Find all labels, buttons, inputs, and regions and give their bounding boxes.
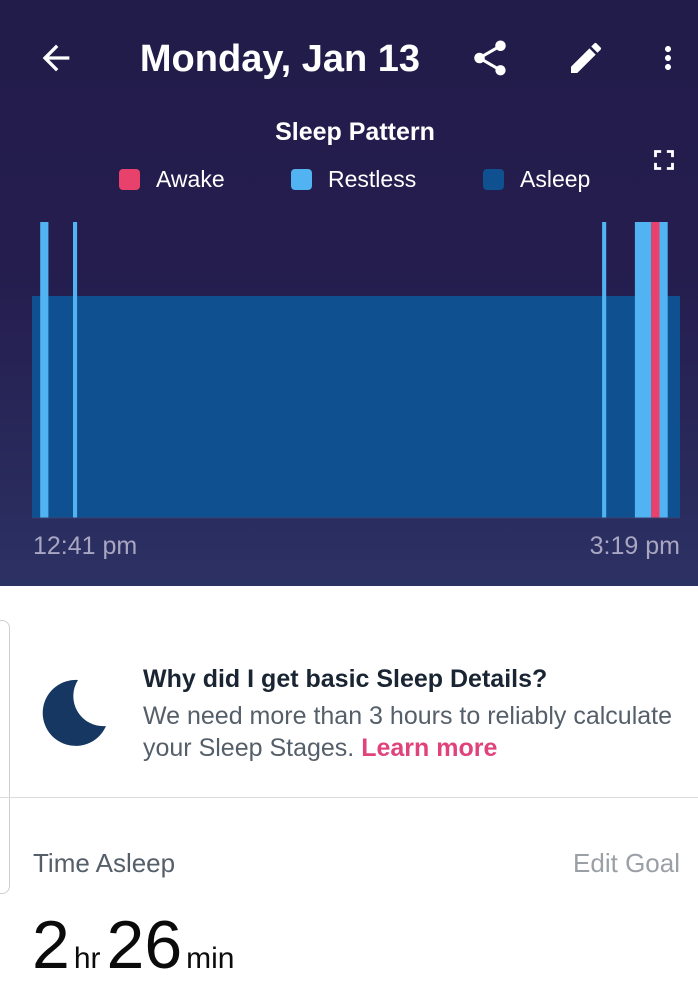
legend-label: Restless — [328, 165, 417, 192]
time-asleep-label: Time Asleep — [33, 848, 176, 878]
arrow-back-icon — [42, 44, 70, 72]
chart-start-time: 12:41 pm — [33, 532, 138, 560]
edit-button[interactable] — [558, 30, 614, 86]
legend-swatch-asleep — [483, 168, 504, 190]
moon-icon — [42, 679, 106, 746]
legend-item-restless: Restless — [291, 164, 416, 194]
sleep-segment-restless — [634, 222, 652, 518]
share-button[interactable] — [462, 30, 518, 86]
sleep-hero-panel: Monday, Jan 13 Sleep Pattern Awake Restl… — [0, 0, 698, 586]
fullscreen-button[interactable] — [644, 140, 684, 180]
adjacent-card-edge — [0, 620, 10, 894]
pencil-icon — [571, 42, 602, 73]
fullscreen-icon — [654, 150, 674, 170]
back-button[interactable] — [28, 30, 84, 86]
sleep-pattern-chart — [32, 222, 680, 519]
chart-title: Sleep Pattern — [275, 118, 435, 146]
legend-swatch-awake — [119, 168, 140, 190]
sleep-segment-asleep — [32, 296, 680, 518]
sleep-segment-restless — [40, 222, 49, 518]
info-body: We need more than 3 hours to reliably ca… — [143, 700, 683, 764]
more-vertical-icon — [665, 46, 671, 70]
chart-end-time: 3:19 pm — [589, 532, 680, 560]
legend-item-asleep: Asleep — [483, 164, 590, 194]
minutes-unit: min — [186, 942, 235, 975]
time-asleep-value: 2 hr 26 min — [32, 905, 241, 985]
legend-item-awake: Awake — [119, 164, 225, 194]
sleep-segment-restless — [602, 222, 607, 518]
hours-unit: hr — [73, 942, 101, 975]
share-icon — [474, 40, 506, 76]
sleep-segment-awake — [651, 222, 660, 518]
more-options-button[interactable] — [642, 30, 694, 86]
top-app-bar: Monday, Jan 13 — [0, 0, 698, 118]
sleep-segment-restless — [73, 222, 78, 518]
legend-label: Asleep — [520, 165, 591, 192]
sleep-segment-restless — [659, 222, 668, 518]
hours-value: 2 — [32, 907, 70, 983]
legend-swatch-restless — [291, 168, 312, 190]
info-title: Why did I get basic Sleep Details? — [143, 665, 548, 693]
page-title: Monday, Jan 13 — [139, 38, 421, 80]
edit-goal-button[interactable]: Edit Goal — [573, 846, 680, 880]
divider — [0, 797, 698, 798]
learn-more-link[interactable]: Learn more — [361, 734, 497, 762]
legend-label: Awake — [156, 165, 225, 192]
minutes-value: 26 — [106, 907, 183, 983]
